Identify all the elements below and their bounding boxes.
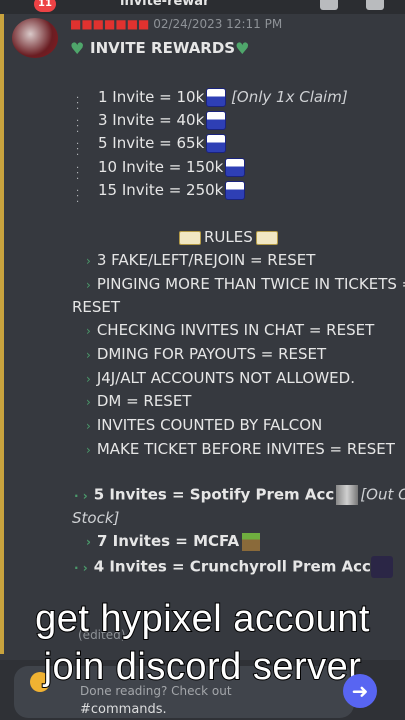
rule-item: › J4J/ALT ACCOUNTS NOT ALLOWED.	[86, 369, 355, 387]
controller-icon	[225, 158, 246, 177]
caption-line-1: get hypixel account	[34, 597, 370, 641]
reward-line: 10 Invite = 150k	[98, 158, 246, 177]
reward-line: 1 Invite = 10k [Only 1x Claim]	[98, 88, 348, 107]
reward-line: 15 Invite = 250k	[98, 181, 246, 200]
heart-icon: ♥	[235, 39, 250, 58]
heart-icon: ♥	[70, 39, 85, 58]
prize-note-continued: Stock]	[72, 509, 120, 527]
controller-icon	[225, 181, 246, 200]
message-meta: ■■■■■■■ 02/24/2023 12:11 PM	[70, 17, 282, 31]
timestamp: 02/24/2023 12:11 PM	[153, 17, 283, 31]
prize-line: › 7 Invites = MCFA	[86, 532, 261, 551]
search-icon[interactable]	[366, 0, 384, 10]
accent-line	[0, 14, 4, 654]
book-icon	[255, 230, 278, 245]
top-bar: 11 invite-rewar	[0, 0, 405, 14]
commands-link[interactable]: #commands.	[80, 702, 167, 717]
rule-item: › PINGING MORE THAN TWICE IN TICKETS =	[86, 275, 405, 293]
channel-title: invite-rewar	[120, 0, 210, 9]
rules-title: RULES	[204, 228, 253, 246]
message-title-line: ♥ INVITE REWARDS♥	[70, 39, 255, 57]
bullet: . ⁚	[76, 160, 80, 182]
bullet: . ⁚	[76, 113, 80, 135]
rule-item-continued: RESET	[72, 298, 121, 316]
rule-item: › 3 FAKE/LEFT/REJOIN = RESET	[86, 251, 316, 269]
members-icon[interactable]	[320, 0, 338, 10]
rule-item: › DMING FOR PAYOUTS = RESET	[86, 345, 327, 363]
rule-item: › CHECKING INVITES IN CHAT = RESET	[86, 321, 375, 339]
bullet: . ⁚	[76, 90, 80, 112]
anime-icon	[370, 556, 393, 578]
rules-title-line: RULES	[176, 228, 281, 246]
prize-line: · ›5 Invites = Spotify Prem Acc[Out Of	[74, 485, 405, 505]
bullet: . ⁚	[76, 183, 80, 205]
minecraft-icon	[242, 532, 261, 551]
bullet: . ⁚	[76, 136, 80, 158]
prize-line: · › 4 Invites = Crunchyroll Prem Acc	[74, 556, 393, 578]
notification-badge[interactable]: 11	[34, 0, 56, 12]
rule-item: › DM = RESET	[86, 392, 192, 410]
reward-line: 5 Invite = 65k	[98, 134, 227, 153]
controller-icon	[206, 111, 227, 130]
username[interactable]: ■■■■■■■	[70, 17, 149, 31]
rule-item: › INVITES COUNTED BY FALCON	[86, 416, 323, 434]
avatar[interactable]	[12, 18, 58, 58]
message-title: INVITE REWARDS	[90, 39, 236, 57]
rule-item: › MAKE TICKET BEFORE INVITES = RESET	[86, 440, 395, 458]
spotify-icon	[336, 485, 359, 505]
send-icon[interactable]: ➜	[343, 674, 377, 708]
book-icon	[179, 230, 201, 245]
controller-icon	[206, 88, 227, 107]
reward-line: 3 Invite = 40k	[98, 111, 227, 130]
controller-icon	[206, 134, 227, 153]
